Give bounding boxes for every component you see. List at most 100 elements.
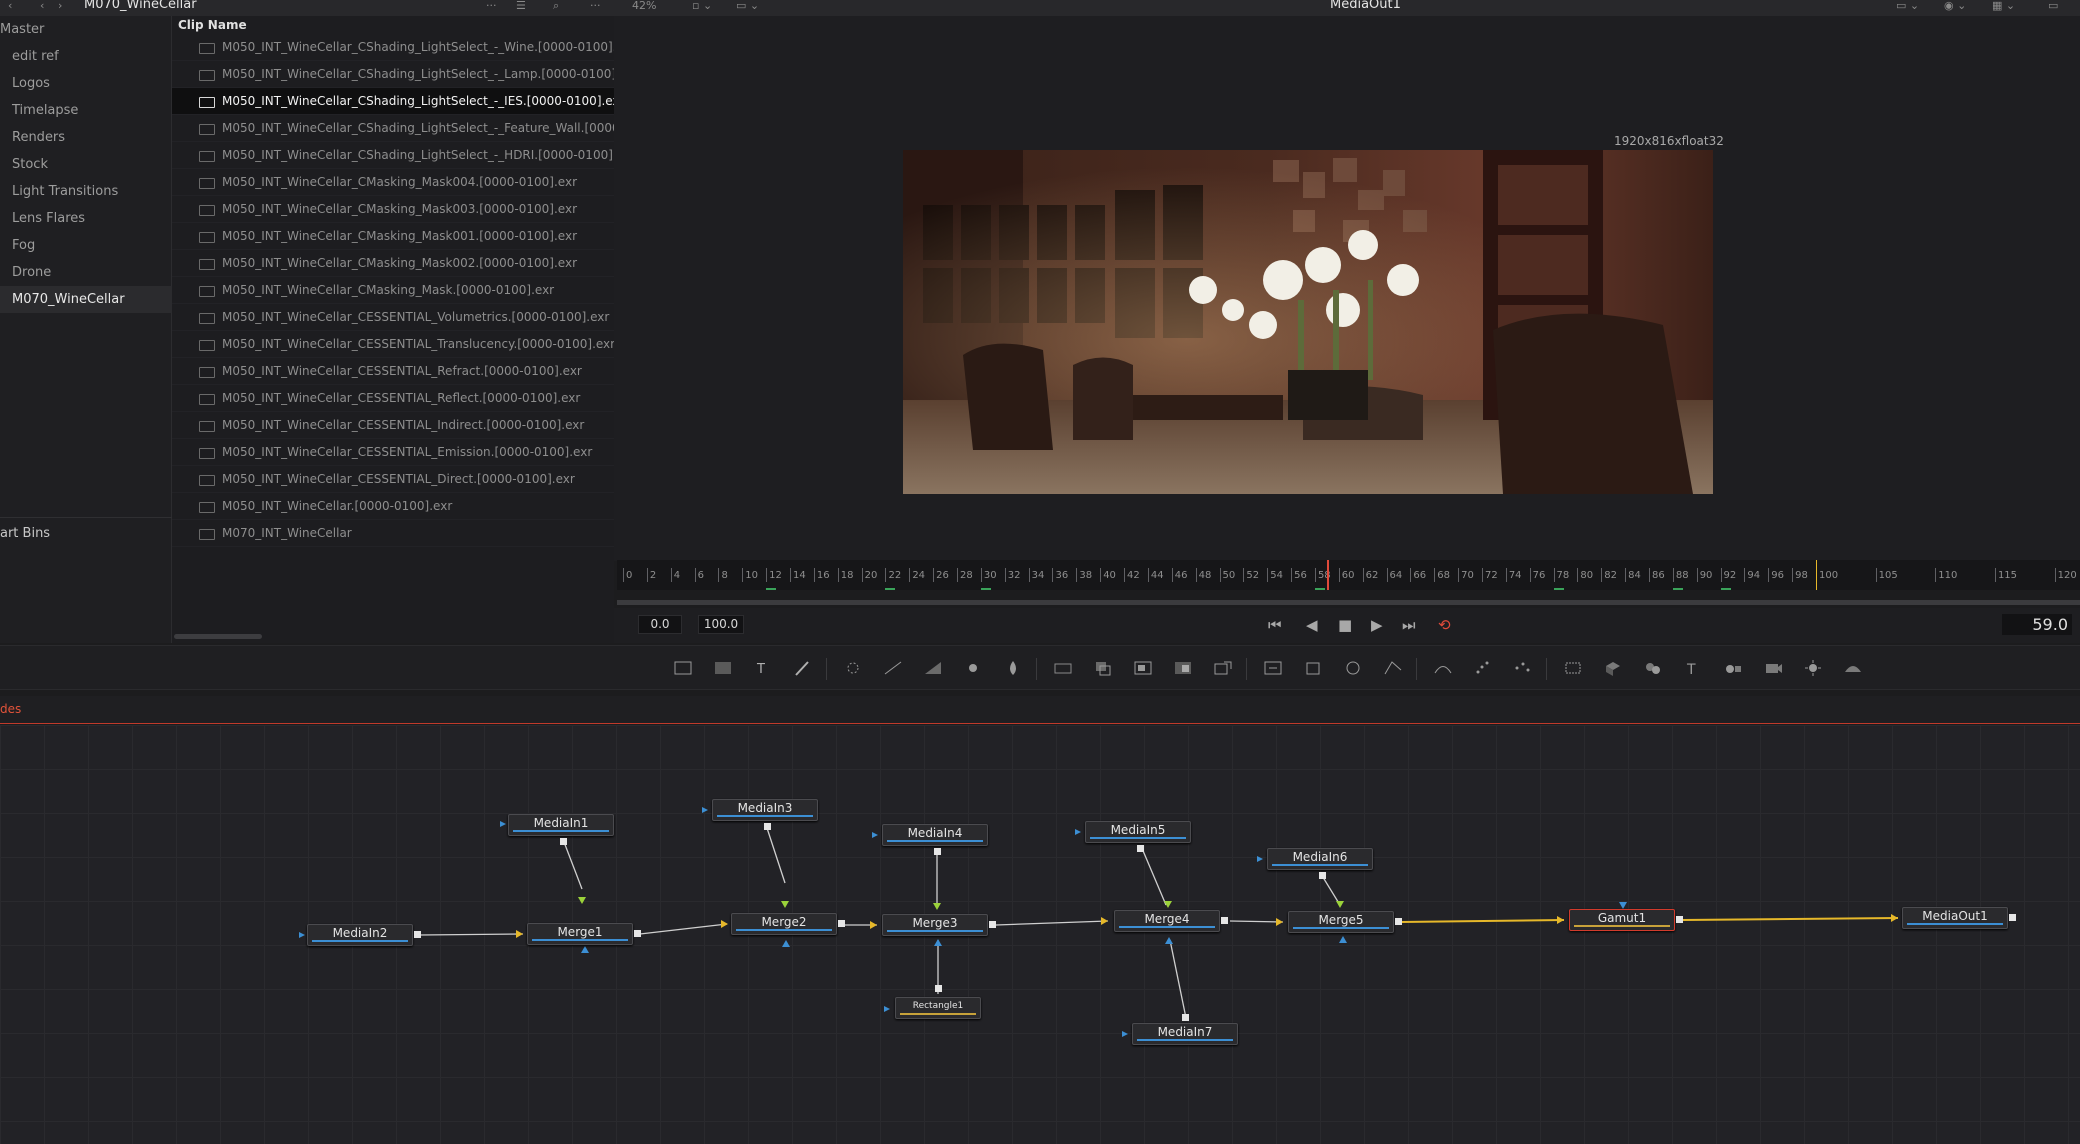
matte-control-icon[interactable] <box>1172 658 1194 678</box>
time-ruler[interactable]: 0 2 4 6 8 10 12 14 16 18 20 22 24 26 28 30 32 34 36 38 40 42 4… <box>617 560 2080 590</box>
bin-item-timelapse[interactable]: Timelapse <box>0 97 172 124</box>
node-output-port[interactable] <box>1221 917 1228 924</box>
zoom-level[interactable]: 42% <box>632 0 656 12</box>
node-mediain3[interactable]: MediaIn3 <box>712 799 818 821</box>
play-forward-icon[interactable]: ▶ <box>1371 615 1383 635</box>
p-image-icon[interactable] <box>1562 658 1584 678</box>
rectangle-mask-icon[interactable] <box>1302 658 1324 678</box>
more-options-icon[interactable]: ··· <box>486 0 497 12</box>
play-reverse-icon[interactable]: ◀ <box>1306 615 1318 635</box>
polygon-mask-icon[interactable] <box>1382 658 1404 678</box>
clip-row[interactable]: M050_INT_WineCellar_CESSENTIAL_Emission.… <box>172 439 614 466</box>
node-mediain2[interactable]: MediaIn2 <box>307 924 413 946</box>
node-output-port[interactable] <box>2009 914 2016 921</box>
clip-row[interactable]: M070_INT_WineCellar <box>172 520 614 547</box>
node-editor[interactable]: MediaIn1 MediaIn2 MediaIn3 MediaIn4 MediaIn5… <box>0 725 2080 1144</box>
clip-name-column-header[interactable]: Clip Name <box>172 16 614 34</box>
node-output-port[interactable] <box>1182 1014 1189 1021</box>
clip-list-scrollbar[interactable] <box>174 634 262 639</box>
list-view-icon[interactable]: ☰ <box>516 0 526 12</box>
text3d-icon[interactable]: T <box>1682 658 1704 678</box>
merge3d-icon[interactable] <box>1642 658 1664 678</box>
node-mediain7[interactable]: MediaIn7 <box>1132 1023 1238 1045</box>
nav-back-icon[interactable]: ‹ <box>8 0 12 12</box>
clip-row[interactable]: M050_INT_WineCellar_CShading_LightSelect… <box>172 115 614 142</box>
layout-dropdown-icon[interactable]: ▫ ⌄ <box>692 0 712 12</box>
clip-row[interactable]: M050_INT_WineCellar_CESSENTIAL_Volumetri… <box>172 304 614 331</box>
timeline-scrub-bar[interactable] <box>617 600 2080 605</box>
clip-row[interactable]: M050_INT_WineCellar_CMasking_Mask.[0000-… <box>172 277 614 304</box>
bin-item-stock[interactable]: Stock <box>0 151 172 178</box>
viewer-layout-icon[interactable]: ▭ <box>2048 0 2058 12</box>
go-to-start-icon[interactable]: ⏮ <box>1268 615 1282 635</box>
playhead[interactable] <box>1326 560 1329 590</box>
stop-icon[interactable]: ■ <box>1338 615 1352 635</box>
node-output-port[interactable] <box>989 921 996 928</box>
p-render-icon[interactable] <box>1512 658 1534 678</box>
clip-row[interactable]: M050_INT_WineCellar_CMasking_Mask003.[00… <box>172 196 614 223</box>
paint-icon[interactable] <box>792 658 814 678</box>
clip-row[interactable]: M050_INT_WineCellar_CMasking_Mask004.[00… <box>172 169 614 196</box>
node-merge4[interactable]: Merge4 <box>1114 910 1220 932</box>
viewer-option-icon[interactable]: ▭ ⌄ <box>1896 0 1919 12</box>
search-icon[interactable]: ⌕ <box>553 0 559 12</box>
particles-icon[interactable] <box>842 658 864 678</box>
go-to-end-icon[interactable]: ⏭ <box>1402 615 1416 635</box>
node-mediain1[interactable]: MediaIn1 <box>508 814 614 836</box>
clip-row[interactable]: M050_INT_WineCellar_CESSENTIAL_Refract.[… <box>172 358 614 385</box>
clip-row[interactable]: M050_INT_WineCellar.[0000-0100].exr <box>172 493 614 520</box>
node-output-port[interactable] <box>1676 916 1683 923</box>
clip-row[interactable]: M050_INT_WineCellar_CESSENTIAL_Reflect.[… <box>172 385 614 412</box>
image-plane-icon[interactable] <box>712 658 734 678</box>
bin-item-fog[interactable]: Fog <box>0 232 172 259</box>
clip-row[interactable]: M050_INT_WineCellar_CShading_LightSelect… <box>172 142 614 169</box>
text-icon[interactable]: T <box>752 658 774 678</box>
node-output-port[interactable] <box>1319 872 1326 879</box>
loader-icon[interactable] <box>1052 658 1074 678</box>
bin-item-m070-winecellar[interactable]: M070_WineCellar <box>0 286 172 313</box>
global-start-field[interactable]: 0.0 <box>638 615 682 634</box>
spotlight-icon[interactable] <box>1802 658 1824 678</box>
channel-boolean-icon[interactable] <box>1132 658 1154 678</box>
nav-back-arrow-icon[interactable]: ‹ <box>40 0 44 12</box>
clip-row[interactable]: M050_INT_WineCellar_CMasking_Mask002.[00… <box>172 250 614 277</box>
node-mediain4[interactable]: MediaIn4 <box>882 824 988 846</box>
nav-forward-arrow-icon[interactable]: › <box>58 0 62 12</box>
node-output-port[interactable] <box>560 838 567 845</box>
node-mediaout1[interactable]: MediaOut1 <box>1902 907 2008 929</box>
clip-row[interactable]: M050_INT_WineCellar_CESSENTIAL_Direct.[0… <box>172 466 614 493</box>
more-menu-icon[interactable]: ··· <box>590 0 601 12</box>
clip-row[interactable]: M050_INT_WineCellar_CMasking_Mask001.[00… <box>172 223 614 250</box>
smart-bins-label[interactable]: art Bins <box>0 526 50 541</box>
node-output-port[interactable] <box>764 823 771 830</box>
node-rectangle1[interactable]: Rectangle1 <box>895 997 981 1019</box>
node-output-port[interactable] <box>934 848 941 855</box>
merge-icon[interactable] <box>1092 658 1114 678</box>
clip-row[interactable]: M050_INT_WineCellar_CESSENTIAL_Indirect.… <box>172 412 614 439</box>
bin-item-light-transitions[interactable]: Light Transitions <box>0 178 172 205</box>
view-dropdown-icon[interactable]: ▭ ⌄ <box>736 0 759 12</box>
bin-item-master[interactable]: Master <box>0 16 172 43</box>
viewer-image[interactable] <box>903 150 1713 494</box>
node-output-port[interactable] <box>634 930 641 937</box>
fog3d-icon[interactable] <box>1842 658 1864 678</box>
clip-row[interactable]: M050_INT_WineCellar_CShading_LightSelect… <box>172 61 614 88</box>
bin-item-lens-flares[interactable]: Lens Flares <box>0 205 172 232</box>
bin-item-edit-ref[interactable]: edit ref <box>0 43 172 70</box>
node-merge3[interactable]: Merge3 <box>882 914 988 936</box>
global-end-field[interactable]: 100.0 <box>698 615 744 634</box>
camera3d-icon[interactable] <box>1762 658 1784 678</box>
bin-item-renders[interactable]: Renders <box>0 124 172 151</box>
ellipse-mask-icon[interactable] <box>1342 658 1364 678</box>
node-mediain6[interactable]: MediaIn6 <box>1267 848 1373 870</box>
node-output-port[interactable] <box>1137 845 1144 852</box>
loop-icon[interactable]: ⟲ <box>1438 615 1451 635</box>
bin-item-drone[interactable]: Drone <box>0 259 172 286</box>
render-end-marker[interactable] <box>1816 560 1817 590</box>
node-output-port[interactable] <box>414 931 421 938</box>
glow-icon[interactable] <box>1002 658 1024 678</box>
color-corrector-icon[interactable] <box>882 658 904 678</box>
bin-item-logos[interactable]: Logos <box>0 70 172 97</box>
transform-icon[interactable] <box>1262 658 1284 678</box>
node-output-port[interactable] <box>935 985 942 992</box>
